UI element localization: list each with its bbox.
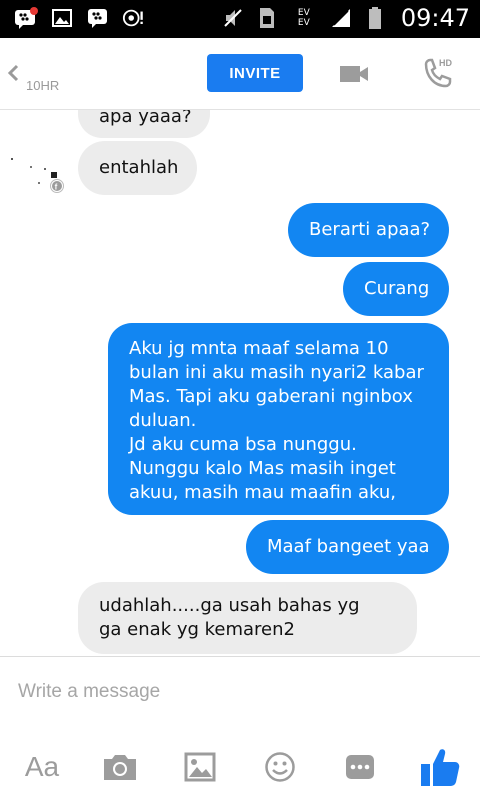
camera-icon[interactable] (100, 747, 140, 787)
message-line: duluan. (129, 410, 197, 431)
message-bubble-incoming[interactable]: apa yaaa? (78, 110, 210, 138)
signal-icon (329, 6, 353, 30)
svg-text:f: f (55, 183, 58, 192)
contact-avatar[interactable]: f (8, 156, 68, 196)
battery-icon (363, 6, 387, 30)
video-call-icon[interactable] (338, 60, 370, 88)
message-bubble-incoming[interactable]: entahlah (78, 141, 197, 195)
sim-icon (255, 6, 279, 30)
invite-button[interactable]: INVITE (207, 54, 303, 92)
media-icon (122, 6, 146, 30)
message-line: Aku jg mnta maaf selama 10 (129, 338, 389, 359)
clock: 09:47 (400, 4, 470, 32)
message-bubble-outgoing[interactable]: Aku jg mnta maaf selama 10 bulan ini aku… (108, 323, 449, 515)
message-list[interactable]: apa yaaa? f entahlah Berarti apaa? Curan… (0, 110, 480, 656)
bbm-notification-icon (14, 6, 38, 30)
more-options-icon[interactable] (340, 747, 380, 787)
message-line: bulan ini aku masih nyari2 kabar (129, 362, 424, 383)
message-line: ga enak yg kemaren2 (99, 619, 295, 640)
data-arrows-icon: EV EV (297, 8, 310, 28)
message-bubble-outgoing[interactable]: Maaf bangeet yaa (246, 520, 449, 574)
message-line: akuu, masih mau maafin aku, (129, 482, 397, 503)
mute-icon (221, 6, 245, 30)
text-format-button[interactable]: Aa (20, 747, 64, 787)
message-input[interactable] (0, 657, 480, 727)
message-bubble-outgoing[interactable]: Curang (343, 262, 449, 316)
conversation-header: 10HR INVITE HD (0, 38, 480, 110)
voice-call-icon[interactable]: HD (420, 54, 456, 92)
gallery-icon (50, 6, 74, 30)
composer-toolbar: Aa (0, 743, 480, 793)
message-line: Nunggu kalo Mas masih inget (129, 458, 396, 479)
message-line: Jd aku cuma bsa nunggu. (129, 434, 357, 455)
message-bubble-incoming[interactable]: udahlah.....ga usah bahas yg ga enak yg … (78, 582, 417, 654)
gallery-icon[interactable] (180, 747, 220, 787)
back-arrow-icon[interactable] (6, 64, 20, 82)
message-line: Mas. Tapi aku gaberani nginbox (129, 386, 413, 407)
composer: Aa (0, 656, 480, 800)
bbm-icon (86, 6, 110, 30)
last-active-time: 10HR (26, 78, 60, 93)
message-line: udahlah.....ga usah bahas yg (99, 595, 360, 616)
like-thumb-icon[interactable] (418, 747, 462, 787)
sticker-icon[interactable] (260, 747, 300, 787)
message-bubble-outgoing[interactable]: Berarti apaa? (288, 203, 449, 257)
svg-text:HD: HD (439, 58, 452, 68)
status-bar: EV EV 09:47 (0, 0, 480, 38)
